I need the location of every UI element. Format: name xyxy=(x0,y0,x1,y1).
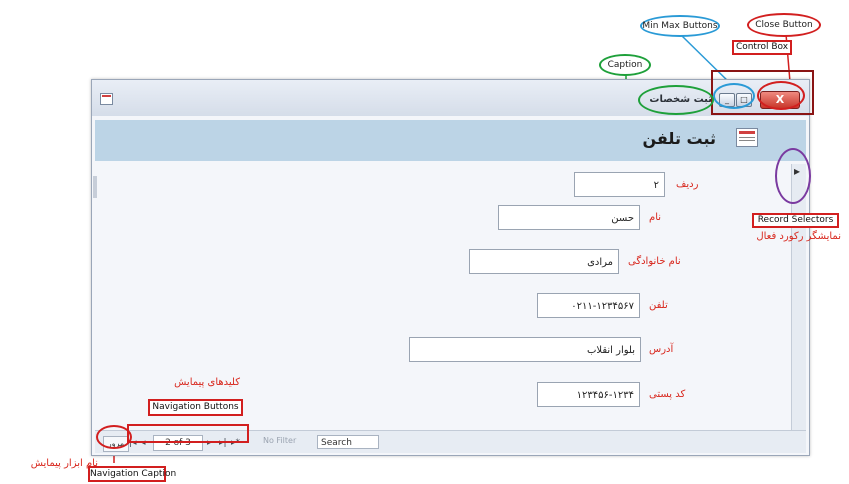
label-phone: تلفن xyxy=(649,300,668,311)
form-window-icon[interactable] xyxy=(100,93,113,105)
form-title: ثبت تلفن xyxy=(642,129,717,148)
label-postal-code: کد پستی xyxy=(649,389,686,400)
label-row-number: ردیف xyxy=(676,179,699,190)
field-postal-code[interactable]: ۱۲۳۴۵۶-۱۲۳۴ xyxy=(537,382,640,407)
record-selector[interactable]: ▸ xyxy=(791,164,806,436)
annotation-navigation-buttons-fa: کلیدهای پیمایش xyxy=(174,377,240,388)
annotation-record-selectors-fa: نمایشگر رکورد فعال xyxy=(756,231,841,242)
field-first-name[interactable]: حسن xyxy=(498,205,640,230)
close-button-highlight xyxy=(757,81,805,110)
annotation-navigation-caption: Navigation Caption xyxy=(88,466,176,482)
navigation-caption-highlight xyxy=(96,425,132,449)
annotation-navigation-buttons: Navigation Buttons xyxy=(148,399,243,416)
annotation-control-box: Control Box xyxy=(732,40,792,55)
record-selectors-highlight xyxy=(775,148,811,204)
annotation-navigation-caption-fa: نام ابزار پیمایش xyxy=(30,458,98,469)
label-address: آدرس xyxy=(649,344,674,355)
form-header-icon xyxy=(736,128,758,147)
min-max-highlight xyxy=(713,83,755,109)
field-address[interactable]: بلوار انقلاب xyxy=(409,337,641,362)
label-first-name: نام xyxy=(649,212,662,223)
label-last-name: نام خانوادگی xyxy=(628,256,681,267)
annotation-min-max-buttons: Min Max Buttons xyxy=(640,15,720,37)
search-input[interactable]: Search xyxy=(317,435,379,449)
field-phone[interactable]: ۰۲۱۱-۱۲۳۴۵۶۷ xyxy=(537,293,640,318)
annotation-caption: Caption xyxy=(599,54,651,76)
caption-highlight xyxy=(638,85,714,115)
field-last-name[interactable]: مرادی xyxy=(469,249,619,274)
no-filter-button[interactable]: No Filter xyxy=(263,436,296,445)
annotation-record-selectors: Record Selectors xyxy=(752,213,839,228)
navigation-buttons-highlight xyxy=(127,424,249,443)
scrollbar-thumb[interactable] xyxy=(93,176,97,198)
field-row-number[interactable]: ۲ xyxy=(574,172,665,197)
annotation-close-button: Close Button xyxy=(747,13,821,37)
